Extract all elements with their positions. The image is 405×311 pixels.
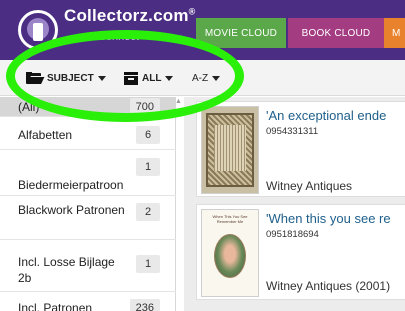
sidebar-item-label: (All) bbox=[18, 100, 40, 114]
chevron-down-icon bbox=[165, 75, 174, 81]
sidebar-item-label: Blackwork Patronen bbox=[18, 203, 125, 217]
book-cover-image[interactable]: When This You See Remember Me bbox=[201, 209, 259, 297]
sidebar-item-label: Biedermeierpatroon bbox=[18, 178, 124, 192]
toolbar: SUBJECT ALL A-Z bbox=[0, 60, 405, 96]
filter-all-dropdown-button[interactable]: ALL bbox=[124, 70, 174, 86]
sidebar-item-all[interactable]: (All) 700 bbox=[0, 97, 176, 117]
tab-movie-cloud[interactable]: MOVIE CLOUD bbox=[196, 18, 286, 48]
book-isbn: 0954331311 bbox=[266, 126, 319, 137]
folder-open-icon bbox=[26, 72, 45, 84]
app-header: Collectorz.com® Connect MOVIE CLOUD BOOK… bbox=[0, 0, 405, 60]
tab-book-cloud[interactable]: BOOK CLOUD bbox=[288, 18, 384, 48]
sidebar-item-alfabetten[interactable]: Alfabetten 6 bbox=[0, 117, 176, 150]
sidebar-item-incl-patronen[interactable]: Incl. Patronen 236 bbox=[0, 292, 176, 311]
sidebar-item-label: Incl. Losse Bijlage 2b bbox=[18, 255, 115, 285]
cover-title-text: When This You See Remember Me bbox=[212, 214, 248, 224]
chevron-down-icon bbox=[97, 75, 106, 81]
book-publisher: Witney Antiques (2001) bbox=[266, 279, 391, 293]
book-card[interactable]: When This You See Remember Me 'When this… bbox=[196, 204, 405, 300]
subject-dropdown-button[interactable]: SUBJECT bbox=[26, 70, 106, 86]
sidebar-item-blackwork-patronen[interactable]: Blackwork Patronen 2 bbox=[0, 196, 176, 240]
book-cover-image[interactable] bbox=[201, 106, 259, 194]
archive-box-icon bbox=[124, 71, 138, 85]
book-title-link[interactable]: 'When this you see re bbox=[266, 211, 391, 226]
sidebar-item-label: Incl. Patronen bbox=[18, 301, 93, 311]
book-title-link[interactable]: 'An exceptional ende bbox=[266, 108, 386, 123]
brand-subtitle: Connect bbox=[98, 31, 139, 43]
chevron-down-icon bbox=[212, 75, 221, 81]
collectorz-logo-icon[interactable] bbox=[18, 10, 58, 50]
sidebar-item-incl-losse-bijlage[interactable]: Incl. Losse Bijlage 2b 1 bbox=[0, 240, 176, 292]
subject-sidebar: (All) 700 Alfabetten 6 Biedermeierpatroo… bbox=[0, 97, 176, 311]
sidebar-item-count: 1 bbox=[136, 255, 160, 273]
sidebar-scroll-up-icon[interactable]: ▲ bbox=[175, 98, 183, 105]
brand-name[interactable]: Collectorz.com® bbox=[64, 6, 196, 26]
tab-more[interactable]: M bbox=[384, 18, 405, 48]
subject-label: SUBJECT bbox=[47, 72, 94, 84]
filter-all-label: ALL bbox=[142, 72, 162, 84]
sidebar-item-count: 236 bbox=[129, 299, 160, 311]
book-list: 'An exceptional ende 0954331311 Witney A… bbox=[184, 97, 405, 311]
book-publisher: Witney Antiques bbox=[266, 179, 353, 193]
sidebar-item-count: 700 bbox=[129, 98, 160, 116]
sidebar-item-count: 2 bbox=[136, 203, 160, 221]
sidebar-item-count: 1 bbox=[136, 158, 160, 176]
sidebar-item-label: Alfabetten bbox=[18, 128, 73, 142]
sort-label: A-Z bbox=[192, 72, 209, 84]
sidebar-item-biedermeierpatroon[interactable]: Biedermeierpatroon 1 bbox=[0, 150, 176, 196]
sidebar-item-count: 6 bbox=[136, 126, 160, 144]
book-isbn: 0951818694 bbox=[266, 229, 319, 240]
sort-dropdown-button[interactable]: A-Z bbox=[192, 70, 221, 86]
book-card[interactable]: 'An exceptional ende 0954331311 Witney A… bbox=[196, 101, 405, 197]
